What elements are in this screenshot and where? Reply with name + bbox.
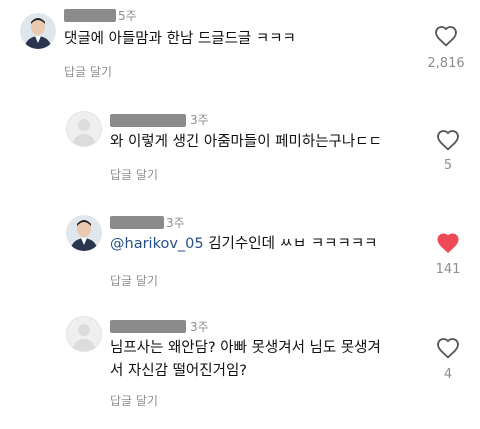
- heart-filled-icon[interactable]: [436, 232, 460, 254]
- username-redacted: [110, 216, 164, 229]
- username-redacted: [110, 114, 186, 127]
- avatar[interactable]: [66, 215, 102, 251]
- heart-icon[interactable]: [434, 25, 458, 47]
- avatar[interactable]: [66, 316, 102, 352]
- reply-button[interactable]: 답글 달기: [110, 392, 158, 409]
- mention-link[interactable]: @harikov_05: [110, 236, 204, 252]
- comment-time: 3주: [190, 320, 209, 334]
- comment-text-body: 김기수인데 ㅆㅂ ㅋㅋㅋㅋㅋ: [203, 236, 378, 252]
- comment-item: 3주 님프사는 왜안담? 아빠 못생겨서 님도 못생겨 서 자신감 떨어진거임?…: [0, 312, 480, 429]
- profile-photo-icon: [66, 215, 102, 251]
- username-redacted: [110, 320, 186, 333]
- profile-photo-icon: [20, 13, 56, 49]
- comment-text: 와 이렇게 생긴 아줌마들이 페미하는구나ㄷㄷ: [110, 134, 382, 150]
- comment-item: 3주 @harikov_05 김기수인데 ㅆㅂ ㅋㅋㅋㅋㅋ 답글 달기 141: [0, 205, 480, 305]
- like-count: 4: [443, 367, 453, 382]
- default-avatar-icon: [72, 119, 96, 146]
- comment-time: 5주: [118, 9, 137, 23]
- username-redacted: [64, 9, 116, 22]
- like-count: 5: [443, 158, 453, 173]
- heart-icon[interactable]: [436, 337, 460, 359]
- heart-icon[interactable]: [436, 129, 460, 151]
- comment-text: 댓글에 아들맘과 한남 드글드글 ㅋㅋㅋ: [64, 31, 296, 47]
- comment-time: 3주: [190, 113, 209, 127]
- like-count: 141: [435, 262, 461, 277]
- comment-time: 3주: [166, 216, 185, 230]
- reply-button[interactable]: 답글 달기: [64, 63, 112, 80]
- comment-item: 3주 와 이렇게 생긴 아줌마들이 페미하는구나ㄷㄷ 답글 달기 5: [0, 100, 480, 190]
- comment-text-line-2: 서 자신감 떨어진거임?: [110, 363, 247, 379]
- reply-button[interactable]: 답글 달기: [110, 166, 158, 183]
- comment-text: @harikov_05 김기수인데 ㅆㅂ ㅋㅋㅋㅋㅋ: [110, 233, 378, 255]
- like-count: 2,816: [427, 56, 465, 71]
- avatar[interactable]: [66, 111, 102, 147]
- comment-text-line-1: 님프사는 왜안담? 아빠 못생겨서 님도 못생겨: [110, 340, 381, 356]
- default-avatar-icon: [72, 324, 96, 351]
- reply-button[interactable]: 답글 달기: [110, 272, 158, 289]
- comment-item: 5주 댓글에 아들맘과 한남 드글드글 ㅋㅋㅋ 답글 달기 2,816: [0, 0, 480, 85]
- avatar[interactable]: [20, 13, 56, 49]
